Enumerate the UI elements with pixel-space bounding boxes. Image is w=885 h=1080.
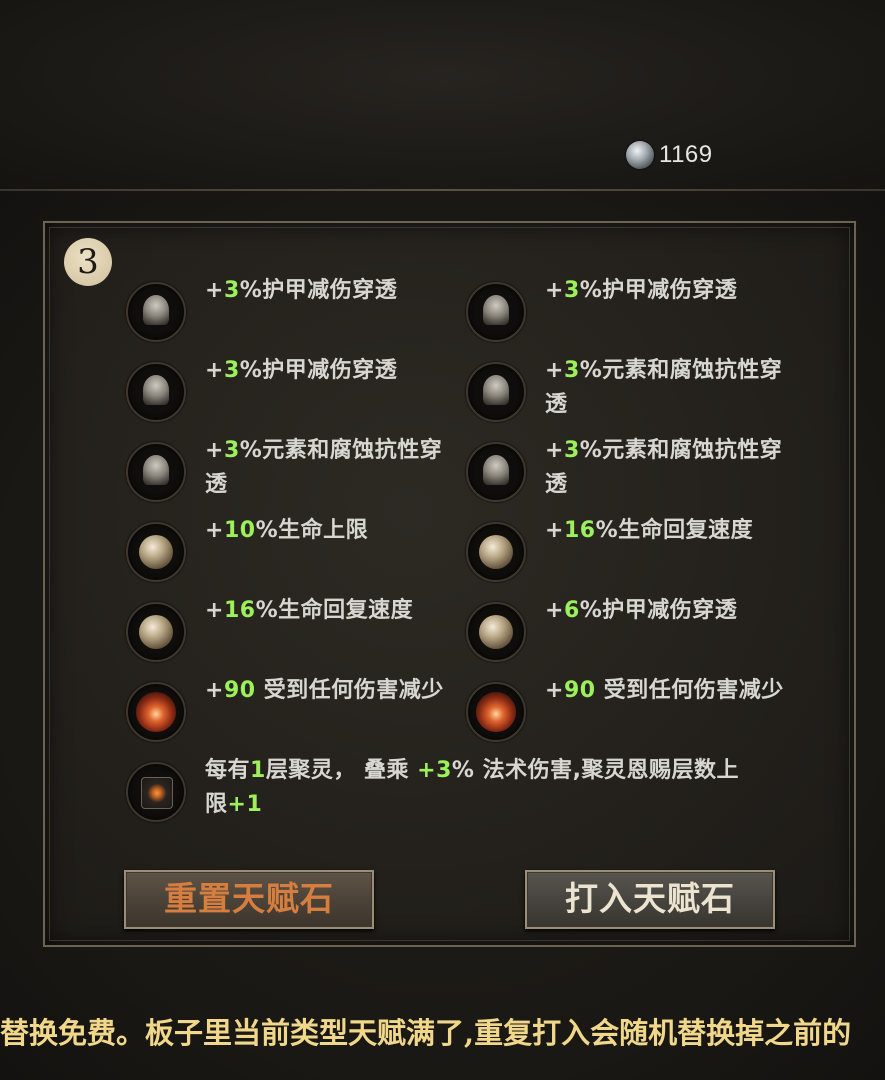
top-background xyxy=(0,0,885,190)
talent-item-5[interactable]: +3%元素和腐蚀抗性穿透 xyxy=(126,438,442,502)
fire-icon xyxy=(466,682,526,742)
footer-tip-text: 替换免费。板子里当前类型天赋满了,重复打入会随机替换掉之前的 xyxy=(0,1016,852,1050)
talent-item-12[interactable]: +90 受到任何伤害减少 xyxy=(466,678,784,742)
helmet-icon xyxy=(126,442,186,502)
reset-talent-stone-button[interactable]: 重置天赋石 xyxy=(124,870,374,929)
talent-item-6[interactable]: +3%元素和腐蚀抗性穿透 xyxy=(466,438,782,502)
helmet-icon xyxy=(466,362,526,422)
talent-text-6: +3%元素和腐蚀抗性穿透 xyxy=(545,438,783,497)
orb-icon xyxy=(466,602,526,662)
talent-text-12: +90 受到任何伤害减少 xyxy=(545,678,784,703)
talent-item-9[interactable]: +16%生命回复速度 xyxy=(126,598,413,662)
talent-item-7[interactable]: +10%生命上限 xyxy=(126,518,368,582)
talent-text-4: +3%元素和腐蚀抗性穿透 xyxy=(545,358,783,417)
talent-text-7: +10%生命上限 xyxy=(205,518,369,543)
talent-text-5: +3%元素和腐蚀抗性穿透 xyxy=(205,438,443,497)
talent-item-11[interactable]: +90 受到任何伤害减少 xyxy=(126,678,444,742)
talent-stone-panel: 3 +3%护甲减伤穿透 +3%护甲减伤穿透 +3%护甲减伤穿透 +3%元素和腐蚀… xyxy=(43,221,856,947)
helmet-icon xyxy=(126,362,186,422)
talent-text-10: +6%护甲减伤穿透 xyxy=(545,598,738,623)
talent-item-4[interactable]: +3%元素和腐蚀抗性穿透 xyxy=(466,358,782,422)
helmet-icon xyxy=(126,282,186,342)
talent-text-3: +3%护甲减伤穿透 xyxy=(205,358,398,383)
currency-display: 1169 xyxy=(626,140,713,170)
talent-item-10[interactable]: +6%护甲减伤穿透 xyxy=(466,598,737,662)
orb-icon xyxy=(466,522,526,582)
fire-icon xyxy=(126,682,186,742)
slot-number-badge: 3 xyxy=(64,238,112,286)
talent-text-1: +3%护甲减伤穿透 xyxy=(205,278,398,303)
talent-item-3[interactable]: +3%护甲减伤穿透 xyxy=(126,358,397,422)
talent-text-11: +90 受到任何伤害减少 xyxy=(205,678,444,703)
orb-icon xyxy=(126,602,186,662)
silver-coin-icon xyxy=(626,141,654,169)
talent-text-2: +3%护甲减伤穿透 xyxy=(545,278,738,303)
talent-text-special: 每有1层聚灵， 叠乘 +3% 法术伤害,聚灵恩赐层数上 限+1 xyxy=(205,758,739,817)
talent-text-9: +16%生命回复速度 xyxy=(205,598,414,623)
talent-item-1[interactable]: +3%护甲减伤穿透 xyxy=(126,278,397,342)
orb-icon xyxy=(126,522,186,582)
helmet-icon xyxy=(466,442,526,502)
talent-item-2[interactable]: +3%护甲减伤穿透 xyxy=(466,278,737,342)
talent-item-8[interactable]: +16%生命回复速度 xyxy=(466,518,753,582)
currency-amount: 1169 xyxy=(659,141,713,168)
socket-talent-stone-button[interactable]: 打入天赋石 xyxy=(525,870,775,929)
talent-text-8: +16%生命回复速度 xyxy=(545,518,754,543)
helmet-icon xyxy=(466,282,526,342)
rune-icon xyxy=(126,762,186,822)
talent-item-special[interactable]: 每有1层聚灵， 叠乘 +3% 法术伤害,聚灵恩赐层数上 限+1 xyxy=(126,758,739,822)
